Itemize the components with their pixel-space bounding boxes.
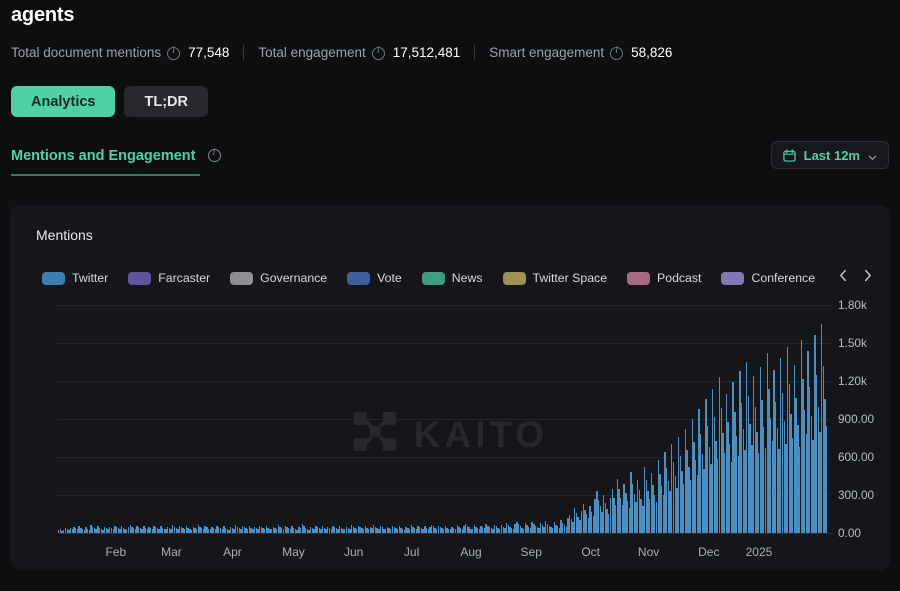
legend-swatch (627, 272, 650, 285)
legend-swatch (42, 272, 65, 285)
y-axis-tick: 300.00 (838, 488, 874, 502)
mentions-chart-card: Mentions Twitter Farcaster Governance Vote N… (10, 205, 890, 570)
tab-mentions-and-engagement[interactable]: Mentions and Engagement (11, 148, 200, 176)
divider (243, 45, 244, 60)
chart-bar[interactable] (826, 426, 827, 533)
legend-swatch (721, 272, 744, 285)
stat-label: Total engagement (258, 45, 365, 60)
stat-value: 58,826 (631, 45, 672, 60)
legend-item-twitter-space[interactable]: Twitter Space (503, 271, 608, 285)
legend-label: Farcaster (158, 271, 210, 285)
x-axis-tick: Nov (638, 545, 659, 559)
section-header: Mentions and Engagement (11, 148, 221, 176)
legend-label: Twitter (72, 271, 108, 285)
chart-legend: Twitter Farcaster Governance Vote News Twitte… (42, 269, 835, 287)
page-title: agents (11, 4, 74, 27)
stat-label: Total document mentions (11, 45, 161, 60)
stat-label: Smart engagement (489, 45, 604, 60)
x-axis-tick: 2025 (746, 545, 773, 559)
calendar-icon (783, 149, 796, 162)
y-axis-tick: 1.50k (838, 336, 867, 350)
chart-x-axis: Feb Mar Apr May Jun Jul Aug Sep Oct Nov Dec 2025 (36, 545, 864, 565)
legend-pagination (836, 267, 874, 283)
x-axis-tick: Oct (581, 545, 600, 559)
section-title: Mentions and Engagement (11, 148, 196, 174)
legend-swatch (503, 272, 526, 285)
chart-title: Mentions (36, 227, 93, 243)
summary-stats: Total document mentions 77,548 Total eng… (11, 45, 672, 60)
date-range-selector[interactable]: Last 12m (771, 141, 889, 169)
tab-bar: Analytics TL;DR (11, 86, 208, 117)
x-axis-tick: Jul (404, 545, 419, 559)
y-axis-tick: 900.00 (838, 412, 874, 426)
x-axis-tick: Sep (521, 545, 542, 559)
info-icon-wrapper (208, 148, 221, 176)
y-axis-tick: 0.00 (838, 526, 861, 540)
info-icon[interactable] (372, 47, 385, 60)
stat-value: 17,512,481 (393, 45, 461, 60)
stat-value: 77,548 (188, 45, 229, 60)
x-axis-tick: May (282, 545, 305, 559)
legend-item-twitter[interactable]: Twitter (42, 271, 108, 285)
legend-item-podcast[interactable]: Podcast (627, 271, 701, 285)
stat-total-document-mentions: Total document mentions 77,548 (11, 45, 229, 60)
x-axis-tick: Feb (106, 545, 127, 559)
legend-item-governance[interactable]: Governance (230, 271, 327, 285)
x-axis-tick: Aug (460, 545, 481, 559)
legend-swatch (347, 272, 370, 285)
chevron-down-icon (868, 150, 877, 159)
divider (474, 45, 475, 60)
y-axis-tick: 600.00 (838, 450, 874, 464)
legend-label: Governance (260, 271, 327, 285)
chart-bars (58, 305, 830, 533)
legend-item-farcaster[interactable]: Farcaster (128, 271, 210, 285)
y-axis-tick: 1.80k (838, 298, 867, 312)
tab-analytics[interactable]: Analytics (11, 86, 115, 117)
info-icon[interactable] (610, 47, 623, 60)
legend-item-conference[interactable]: Conference (721, 271, 815, 285)
legend-item-news[interactable]: News (422, 271, 483, 285)
chart-baseline (58, 533, 833, 534)
date-range-label: Last 12m (804, 148, 860, 163)
legend-item-vote[interactable]: Vote (347, 271, 402, 285)
x-axis-tick: Mar (161, 545, 182, 559)
stat-smart-engagement: Smart engagement 58,826 (489, 45, 672, 60)
chart-y-axis: 1.80k1.50k1.20k900.00600.00300.000.00 (832, 305, 890, 533)
x-axis-tick: Apr (223, 545, 242, 559)
info-icon[interactable] (167, 47, 180, 60)
legend-label: Podcast (657, 271, 701, 285)
stat-total-engagement: Total engagement 17,512,481 (258, 45, 460, 60)
legend-label: News (452, 271, 483, 285)
legend-swatch (128, 272, 151, 285)
chart-plot-area: 1.80k1.50k1.20k900.00600.00300.000.00 (36, 305, 864, 545)
x-axis-tick: Dec (698, 545, 719, 559)
legend-swatch (422, 272, 445, 285)
legend-label: Conference (751, 271, 815, 285)
legend-label: Twitter Space (533, 271, 608, 285)
info-icon[interactable] (208, 149, 221, 162)
chevron-left-icon[interactable] (836, 267, 850, 283)
legend-label: Vote (377, 271, 402, 285)
y-axis-tick: 1.20k (838, 374, 867, 388)
tab-tldr[interactable]: TL;DR (124, 86, 208, 117)
x-axis-tick: Jun (344, 545, 363, 559)
legend-swatch (230, 272, 253, 285)
chevron-right-icon[interactable] (860, 267, 874, 283)
